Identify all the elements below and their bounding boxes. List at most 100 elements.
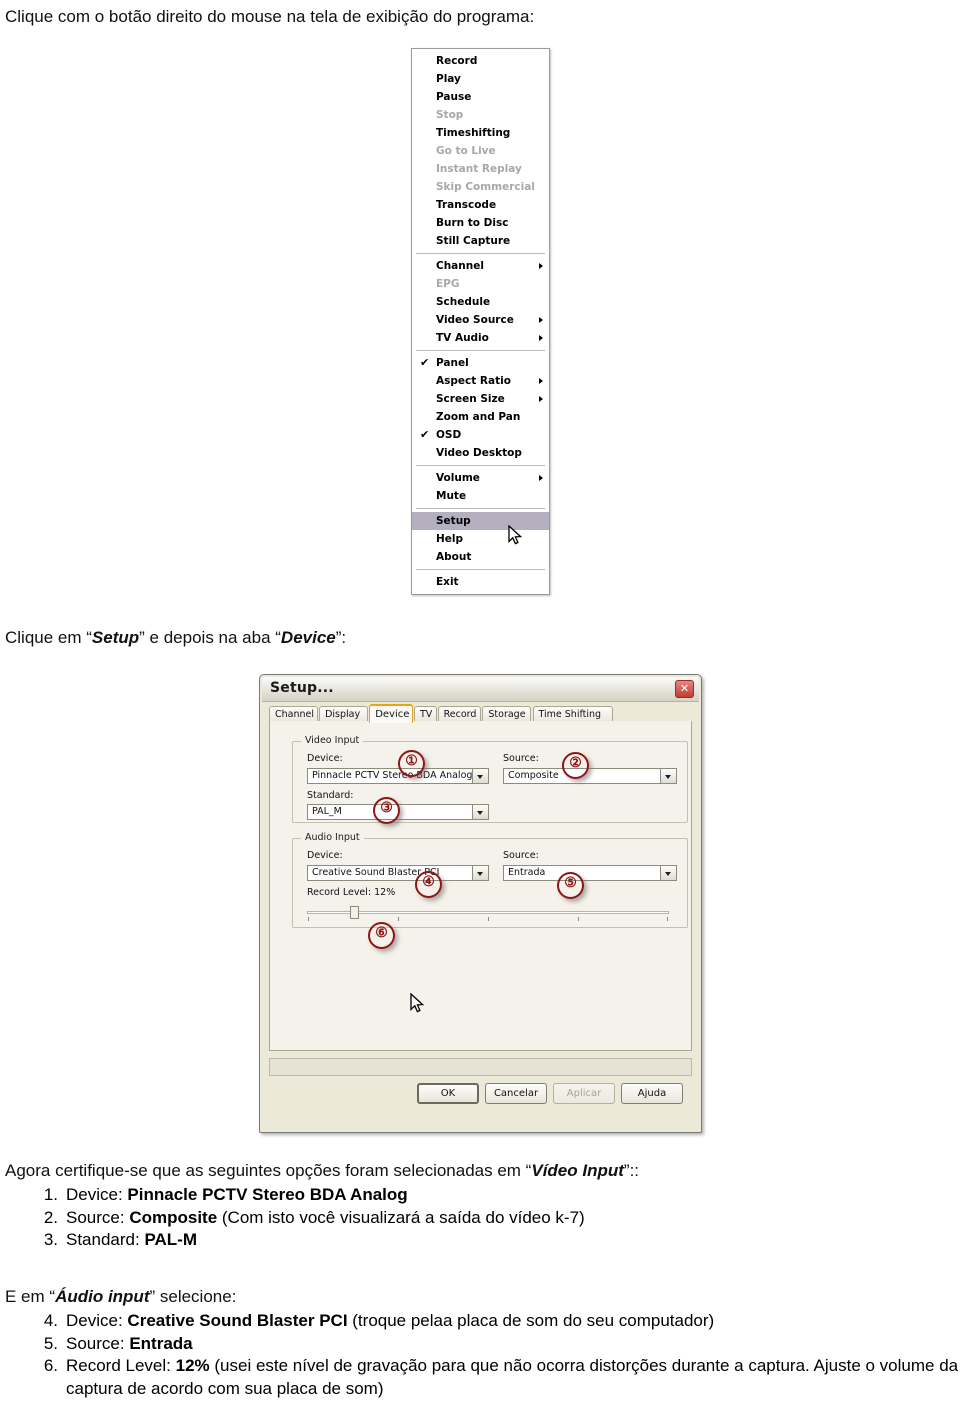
list-item-label: Source: (66, 1207, 130, 1227)
menu-item-tv-audio[interactable]: TV Audio (412, 329, 549, 347)
callout-4: ④ (415, 871, 442, 898)
submenu-arrow-icon (539, 317, 543, 323)
list-item-value: 12% (175, 1356, 210, 1376)
menu-item-setup[interactable]: Setup (412, 512, 549, 530)
list-item-value: Composite (129, 1207, 218, 1227)
menu-item-zoom-and-pan[interactable]: Zoom and Pan (412, 408, 549, 426)
device-keyword: Device (280, 628, 336, 647)
menu-separator (416, 465, 545, 466)
menu-item-mute[interactable]: Mute (412, 487, 549, 505)
menu-item-skip-commercial: Skip Commercial (412, 178, 549, 196)
menu-item-timeshifting[interactable]: Timeshifting (412, 124, 549, 142)
context-menu[interactable]: Record Play Pause Stop Timeshifting Go to Liv… (411, 48, 550, 595)
tab-label: Display (325, 709, 361, 720)
menu-item-record[interactable]: Record (412, 52, 549, 70)
list-number: 1. (43, 1185, 58, 1204)
menu-item-channel[interactable]: Channel (412, 257, 549, 275)
chevron-down-icon[interactable] (472, 866, 488, 880)
menu-item-label: Timeshifting (436, 127, 511, 139)
slider-tick (488, 917, 489, 921)
menu-item-label: Video Desktop (436, 447, 522, 459)
menu-item-epg: EPG (412, 275, 549, 293)
menu-item-label: Skip Commercial (436, 181, 535, 193)
audio-device-combo[interactable]: Creative Sound Blaster PCI (307, 865, 489, 881)
dialog-statusbar (269, 1058, 692, 1076)
menu-item-aspect-ratio[interactable]: Aspect Ratio (412, 372, 549, 390)
menu-item-label: Transcode (436, 199, 497, 211)
document-page: Clique com o botão direito do mouse na t… (0, 0, 960, 1418)
tab-time-shifting[interactable]: Time Shifting (532, 706, 614, 722)
ok-button[interactable]: OK (417, 1083, 479, 1104)
video-list-item: 1. Device: Pinnacle PCTV Stereo BDA Analo… (36, 1184, 585, 1207)
menu-item-still-capture[interactable]: Still Capture (412, 232, 549, 250)
slider-track[interactable] (307, 911, 669, 914)
menu-item-pause[interactable]: Pause (412, 88, 549, 106)
list-item-value: Creative Sound Blaster PCI (127, 1311, 348, 1330)
video-standard-value: PAL_M (312, 806, 342, 817)
audio-device-label: Device: (307, 850, 343, 861)
chevron-down-icon[interactable] (472, 769, 488, 783)
audio-source-value: Entrada (508, 867, 546, 878)
menu-item-exit[interactable]: Exit (412, 573, 549, 591)
close-icon[interactable]: ✕ (675, 680, 694, 698)
menu-item-label: Play (436, 73, 461, 85)
chevron-down-icon[interactable] (660, 866, 676, 880)
audio-source-label: Source: (503, 850, 539, 861)
tab-record[interactable]: Record (437, 706, 482, 722)
menu-item-panel[interactable]: ✔ Panel (412, 354, 549, 372)
tab-storage[interactable]: Storage (482, 706, 532, 722)
menu-item-video-desktop[interactable]: Video Desktop (412, 444, 549, 462)
dialog-tabstrip[interactable]: Channel Display Device TV Record Storage Time … (269, 704, 692, 723)
dialog-titlebar[interactable]: Setup... ✕ (262, 677, 699, 702)
audio-source-combo[interactable]: Entrada (503, 865, 677, 881)
cancelar-button[interactable]: Cancelar (485, 1083, 547, 1104)
menu-item-video-source[interactable]: Video Source (412, 311, 549, 329)
record-level-slider[interactable] (307, 905, 669, 921)
menu-item-screen-size[interactable]: Screen Size (412, 390, 549, 408)
slider-tick (667, 917, 668, 921)
menu-item-play[interactable]: Play (412, 70, 549, 88)
menu-item-transcode[interactable]: Transcode (412, 196, 549, 214)
video-device-combo[interactable]: Pinnacle PCTV Stereo BDA Analog (307, 768, 489, 784)
menu-item-go-to-live: Go to Live (412, 142, 549, 160)
callout-1: ① (398, 750, 425, 777)
menu-item-help[interactable]: Help (412, 530, 549, 548)
menu-item-instant-replay: Instant Replay (412, 160, 549, 178)
menu-item-schedule[interactable]: Schedule (412, 293, 549, 311)
menu-item-label: Screen Size (436, 393, 505, 405)
menu-item-about[interactable]: About (412, 548, 549, 566)
tab-device[interactable]: Device (369, 704, 413, 723)
setup-dialog[interactable]: Setup... ✕ Channel Display Device TV Record S… (259, 674, 702, 1133)
list-item-value: PAL-M (144, 1230, 198, 1250)
tab-tv[interactable]: TV (414, 706, 437, 722)
dialog-button-row[interactable]: Ajuda Aplicar Cancelar OK (262, 1083, 699, 1107)
submenu-arrow-icon (539, 335, 543, 341)
slider-tick (578, 917, 579, 921)
tab-channel[interactable]: Channel (269, 706, 319, 722)
menu-item-label: Schedule (436, 296, 491, 308)
menu-item-osd[interactable]: ✔ OSD (412, 426, 549, 444)
setup-line-mid: ” e depois na aba “ (139, 628, 281, 647)
tab-display[interactable]: Display (319, 706, 369, 722)
audio-input-keyword: Áudio input (55, 1287, 150, 1306)
menu-item-label: Go to Live (436, 145, 496, 157)
slider-thumb[interactable] (350, 906, 359, 919)
chevron-down-icon[interactable] (660, 769, 676, 783)
chevron-down-icon[interactable] (472, 805, 488, 819)
menu-item-burn-to-disc[interactable]: Burn to Disc (412, 214, 549, 232)
intro-instruction: Clique com o botão direito do mouse na t… (5, 7, 535, 26)
device-tab-panel: Video Input Device: Pinnacle PCTV Stereo… (269, 721, 692, 1051)
menu-separator (416, 569, 545, 570)
menu-item-volume[interactable]: Volume (412, 469, 549, 487)
tab-label: Time Shifting (538, 709, 602, 720)
audio-list-item: 4. Device: Creative Sound Blaster PCI (tr… (36, 1310, 960, 1333)
menu-item-label: Zoom and Pan (436, 411, 521, 423)
record-level-label: Record Level: 12% (307, 887, 396, 898)
menu-item-label: Pause (436, 91, 472, 103)
menu-separator (416, 350, 545, 351)
tab-label: Device (375, 709, 410, 720)
list-number: 2. (43, 1207, 58, 1227)
menu-item-label: Channel (436, 260, 484, 272)
ajuda-button[interactable]: Ajuda (621, 1083, 683, 1104)
video-source-combo[interactable]: Composite (503, 768, 677, 784)
